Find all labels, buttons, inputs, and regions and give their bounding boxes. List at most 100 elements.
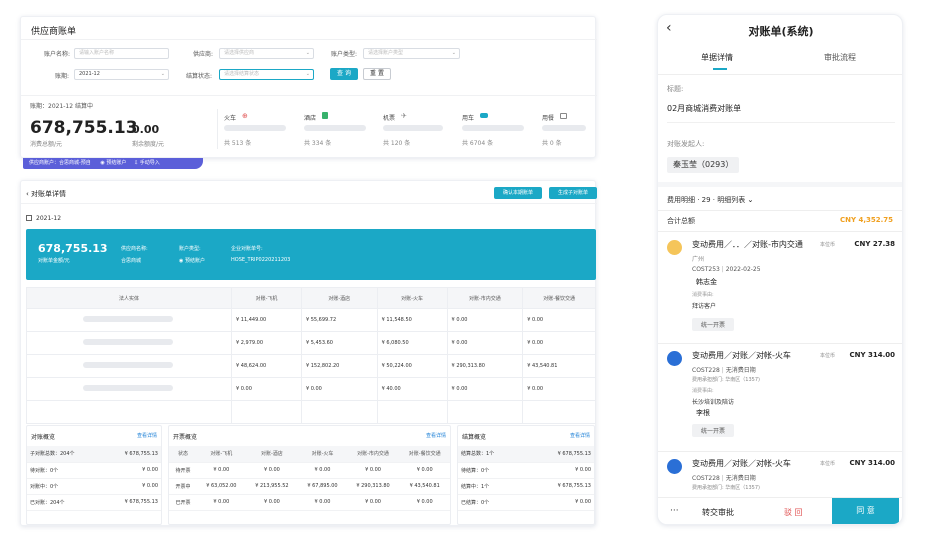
expense-item[interactable]: 变动费用／．．／对账-市内交通 本位币 CNY 27.38 广州 COST253…	[658, 235, 902, 343]
prepaid-tag: ◉ 预结账户	[100, 160, 127, 166]
unified-invoice-button[interactable]: 统一开票	[692, 424, 735, 437]
account-name-input[interactable]: 请输入账户名称	[74, 48, 169, 59]
expense-item[interactable]: 变动费用／对账／对帐-火车 本位币 CNY 314.00 COST228 | 无…	[658, 454, 902, 498]
chevron-down-icon: ⌄	[451, 50, 456, 56]
supplier-bill-card: 供应商账单 账户名称: 请输入账户名称 供应商: 请选择供应商 ⌄ 账户类型: 请…	[20, 16, 597, 169]
item-dept: 费用承担部门: 华南区（1357)	[692, 377, 760, 383]
taxi-icon	[667, 240, 682, 255]
col-header: 对账-酒店	[245, 446, 299, 463]
table-row	[26, 400, 596, 424]
recon-detail-link[interactable]: 查看详情	[137, 432, 157, 439]
meal-icon	[560, 113, 567, 119]
table-cell: 对账中：0个	[27, 478, 103, 495]
col-header: 对账-餐饮交通	[522, 287, 596, 309]
expense-item[interactable]: 变动费用／对账／对帐-火车 本位币 CNY 314.00 COST228 | 无…	[658, 346, 902, 451]
tab-detail[interactable]: 单据详情	[701, 52, 733, 63]
category-name: 火车	[224, 115, 237, 122]
tab-indicator	[713, 68, 727, 70]
hotel-icon	[322, 112, 328, 119]
table-cell: ¥ 11,449.00	[231, 308, 302, 332]
table-cell: 待对账：0个	[27, 462, 103, 479]
recon-table: 子对账总数：204个 ¥ 678,755.13 待对账：0个 ¥ 0.00 对账中：…	[27, 446, 161, 511]
bill-amount-label: 对账单金额/元	[38, 258, 70, 264]
invoice-title: 开票概览	[173, 434, 198, 441]
col-header: 对账-火车	[376, 287, 448, 309]
account-type-select[interactable]: 请选择账户类型 ⌄	[363, 48, 460, 59]
category-name: 酒店	[304, 115, 317, 122]
period-label: 账期:	[55, 73, 70, 80]
supplier-select[interactable]: 请选择供应商 ⌄	[219, 48, 314, 59]
category-car[interactable]: 用车 共 6704 条	[462, 113, 532, 149]
table-cell: ¥ 50,224.00	[376, 354, 448, 378]
table-cell	[376, 400, 448, 424]
category-plane[interactable]: 机票 ✈ 共 120 条	[383, 112, 453, 149]
table-cell: ¥ 0.00	[245, 462, 299, 479]
query-button[interactable]: 查 询	[330, 68, 358, 80]
period-status: 账期：2021-12 结算中	[30, 103, 93, 110]
table-cell: ¥ 55,699.72	[300, 308, 378, 332]
item-title: 变动费用／．．／对账-市内交通	[692, 240, 803, 249]
item-person: 韩志金	[696, 278, 717, 286]
account-type-value: ◉ 预结账户	[179, 258, 205, 264]
table-cell: ¥ 0.00	[298, 462, 347, 479]
reset-button[interactable]: 重 置	[363, 68, 391, 80]
confirm-bill-button[interactable]: 确认本期账单	[494, 187, 542, 199]
table-row: ¥ 11,449.00 ¥ 55,699.72 ¥ 11,548.50 ¥ 0.00 ¥…	[26, 308, 596, 332]
reject-button[interactable]: 驳 回	[784, 507, 803, 518]
item-dept: 费用承担部门: 华南区（1357)	[692, 485, 760, 491]
approve-button[interactable]: 同 意	[832, 498, 899, 524]
table-row: 子对账总数：204个 ¥ 678,755.13	[27, 446, 161, 463]
unified-invoice-button[interactable]: 统一开票	[692, 318, 735, 331]
total-amount: 678,755.13	[30, 118, 138, 138]
generate-sub-bill-button[interactable]: 生成子对账单	[549, 187, 597, 199]
period-row: 2021-12	[26, 215, 61, 222]
table-cell: 已结算：0个	[458, 494, 526, 511]
item-title: 变动费用／对账／对帐-火车	[692, 459, 791, 468]
invoice-overview: 开票概览 查看详情 状态 对账-飞机 对账-酒店 对账-火车 对账-市内交通 对账-餐饮交…	[168, 425, 451, 525]
entity-cell	[26, 354, 232, 378]
account-name-label: 账户名称:	[44, 51, 71, 58]
table-row: 结算中：1个 ¥ 678,755.13	[458, 478, 594, 495]
expense-detail-header[interactable]: 费用明细 · 29 · 明细列表 ⌄	[667, 195, 753, 205]
settle-status-select[interactable]: 请选择结算状态 ⌄	[219, 69, 314, 80]
period-select[interactable]: 2021-12 ⌄	[74, 69, 169, 80]
more-button[interactable]: ···	[670, 506, 679, 516]
category-count: 共 0 条	[542, 140, 562, 147]
table-row: 待对账：0个 ¥ 0.00	[27, 462, 161, 479]
calendar-icon	[26, 215, 32, 221]
table-cell: ¥ 152,802.20	[300, 354, 378, 378]
back-link[interactable]: ‹ 对账单详情	[26, 189, 66, 199]
invoice-detail-link[interactable]: 查看详情	[426, 432, 446, 439]
category-count: 共 513 条	[224, 140, 252, 147]
table-cell: ¥ 678,755.13	[525, 478, 594, 495]
bill-detail-card: ‹ 对账单详情 确认本期账单 生成子对账单 2021-12 678,755.13…	[20, 180, 597, 526]
item-code: COST253 | 2022-02-25	[692, 266, 761, 273]
category-train[interactable]: 火车 ⊕ 共 513 条	[224, 112, 294, 149]
table-cell: ¥ 40.00	[376, 377, 448, 401]
tab-approval-flow[interactable]: 审批流程	[824, 52, 856, 63]
transfer-approval-button[interactable]: 转交审批	[702, 507, 734, 518]
invoice-table: 状态 对账-飞机 对账-酒店 对账-火车 对账-市内交通 对账-餐饮交通 待开票 ¥ 0.0…	[169, 446, 450, 511]
table-cell: ¥ 0.00	[399, 494, 450, 511]
col-header: 对账-餐饮交通	[399, 446, 450, 463]
category-meal[interactable]: 用餐 共 0 条	[542, 113, 592, 149]
total-label: 消费总额/元	[30, 141, 63, 148]
settle-detail-link[interactable]: 查看详情	[570, 432, 590, 439]
settle-overview: 结算概览 查看详情 结算总数：1个 ¥ 678,755.13 待结算：0个 ¥ 0.…	[457, 425, 595, 525]
total-value: CNY 4,352.75	[839, 216, 893, 224]
table-cell: ¥ 63,052.00	[197, 478, 246, 495]
enterprise-no-label: 企业对账单号:	[231, 246, 263, 252]
table-cell: ¥ 290,313.80	[446, 354, 524, 378]
settle-status-label: 结算状态:	[186, 73, 213, 80]
subject-value: 02月商城消费对账单	[667, 104, 742, 113]
item-city: 广州	[692, 256, 705, 263]
category-name: 用车	[462, 115, 475, 122]
col-header: 对账-市内交通	[346, 446, 400, 463]
table-row: 待结算：0个 ¥ 0.00	[458, 462, 594, 479]
chevron-down-icon: ⌄	[305, 50, 310, 56]
col-header: 对账-飞机	[197, 446, 246, 463]
category-hotel[interactable]: 酒店 共 334 条	[304, 112, 374, 149]
item-code: COST228 | 无消费日期	[692, 367, 756, 374]
item-reason: 拜访客户	[692, 303, 717, 310]
table-cell: ¥ 48,624.00	[231, 354, 302, 378]
